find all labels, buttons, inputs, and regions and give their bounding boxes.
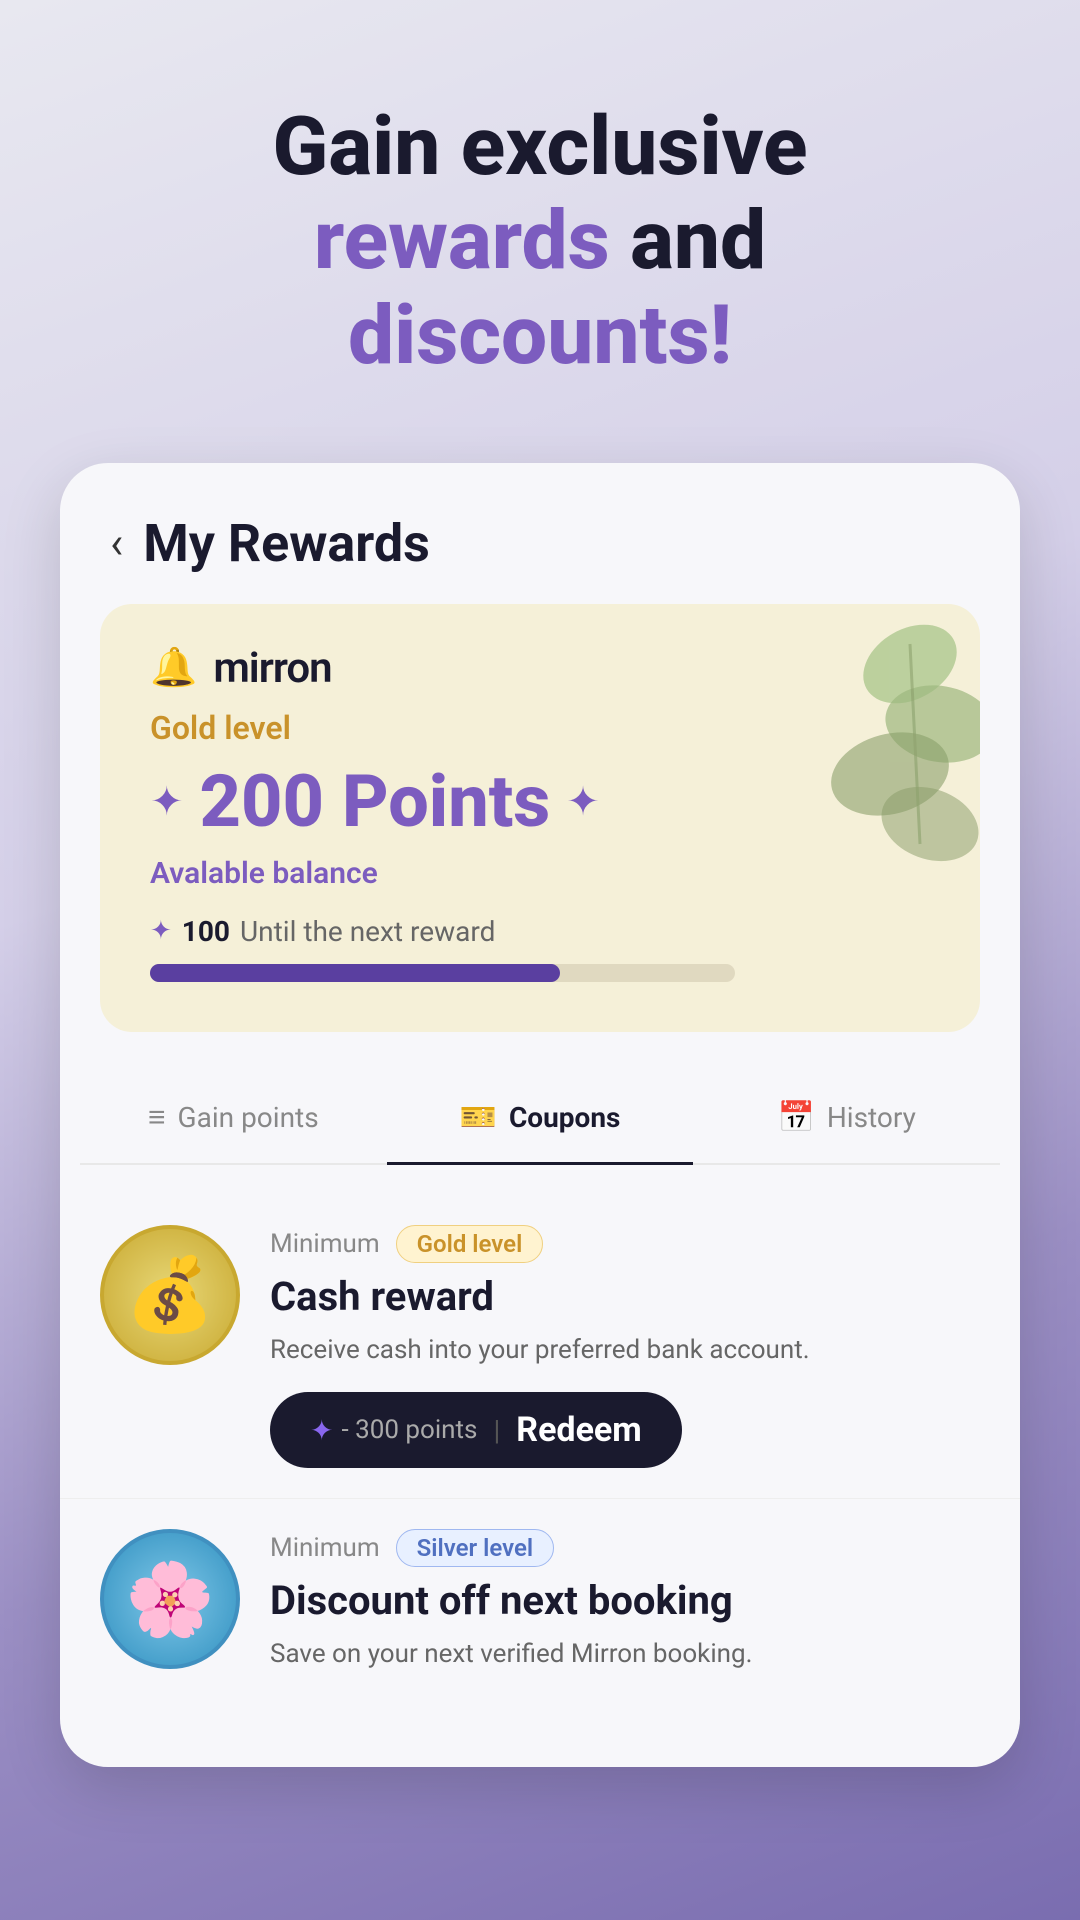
app-card: ‹ My Rewards 🔔 mirron Gold level ✦ 200 P… [60, 463, 1020, 1767]
discount-minimum-label: Minimum [270, 1533, 380, 1563]
cash-redeem-label: Redeem [516, 1410, 641, 1450]
sparkle-left: ✦ [150, 778, 184, 825]
tab-history[interactable]: 📅 History [693, 1072, 1000, 1163]
back-button[interactable]: ‹ [110, 517, 123, 569]
tab-coupons-label: Coupons [509, 1101, 620, 1134]
progress-bar-bg [150, 964, 735, 982]
points-card: 🔔 mirron Gold level ✦ 200 Points ✦ Avala… [100, 604, 980, 1032]
history-icon: 📅 [777, 1100, 814, 1135]
coupon-content-discount: Minimum Silver level Discount off next b… [270, 1529, 980, 1696]
hero-title: Gain exclusive rewards and discounts! [80, 100, 1000, 383]
gain-points-icon: ≡ [148, 1100, 166, 1135]
discount-title: Discount off next booking [270, 1577, 980, 1624]
points-number: 200 Points [200, 759, 551, 844]
coupons-icon: 🎫 [460, 1100, 497, 1135]
hero-section: Gain exclusive rewards and discounts! [0, 0, 1080, 443]
tab-gain-points-label: Gain points [178, 1101, 319, 1134]
discount-emoji: 🌸 [125, 1557, 215, 1642]
coupon-list: 💰 Minimum Gold level Cash reward Receive… [60, 1175, 1020, 1727]
sparkle-right: ✦ [566, 778, 600, 825]
leaf-decoration [790, 604, 980, 884]
brand-name: mirron [213, 644, 331, 693]
cash-reward-desc: Receive cash into your preferred bank ac… [270, 1332, 980, 1368]
cash-reward-title: Cash reward [270, 1273, 980, 1320]
app-header: ‹ My Rewards [60, 463, 1020, 604]
coupon-image-discount: 🌸 [100, 1529, 240, 1669]
next-reward-text: Until the next reward [240, 915, 495, 948]
redeem-divider: | [493, 1414, 500, 1447]
cash-emoji: 💰 [125, 1252, 215, 1337]
coupon-content-cash: Minimum Gold level Cash reward Receive c… [270, 1225, 980, 1468]
next-reward-sparkle: ✦ [150, 916, 172, 946]
cash-level-badge: Gold level [396, 1225, 544, 1263]
discount-level-badge: Silver level [396, 1529, 555, 1567]
hero-discounts: discounts! [348, 288, 732, 384]
hero-line1: Gain exclusive [272, 99, 807, 195]
cash-redeem-button[interactable]: ✦ - 300 points | Redeem [270, 1392, 682, 1468]
discount-minimum-row: Minimum Silver level [270, 1529, 980, 1567]
cash-cost-label: - 300 points [341, 1415, 477, 1445]
discount-desc: Save on your next verified Mirron bookin… [270, 1636, 980, 1672]
hero-and: and [630, 193, 766, 289]
tab-gain-points[interactable]: ≡ Gain points [80, 1072, 387, 1163]
coupon-item-cash: 💰 Minimum Gold level Cash reward Receive… [60, 1195, 1020, 1499]
coupon-item-discount: 🌸 Minimum Silver level Discount off next… [60, 1499, 1020, 1706]
progress-bar-fill [150, 964, 560, 982]
hero-rewards: rewards [314, 193, 610, 289]
cash-minimum-label: Minimum [270, 1229, 380, 1259]
coupon-image-cash: 💰 [100, 1225, 240, 1365]
page-title: My Rewards [143, 513, 430, 574]
next-reward-row: ✦ 100 Until the next reward [150, 915, 930, 948]
cash-minimum-row: Minimum Gold level [270, 1225, 980, 1263]
tab-history-label: History [827, 1101, 916, 1134]
tab-bar: ≡ Gain points 🎫 Coupons 📅 History [80, 1072, 1000, 1165]
redeem-sparkle: ✦ [310, 1414, 333, 1447]
tab-coupons[interactable]: 🎫 Coupons [387, 1072, 694, 1163]
brand-icon: 🔔 [150, 646, 197, 690]
next-reward-num: 100 [182, 915, 230, 948]
cash-points-cost: ✦ - 300 points [310, 1414, 477, 1447]
